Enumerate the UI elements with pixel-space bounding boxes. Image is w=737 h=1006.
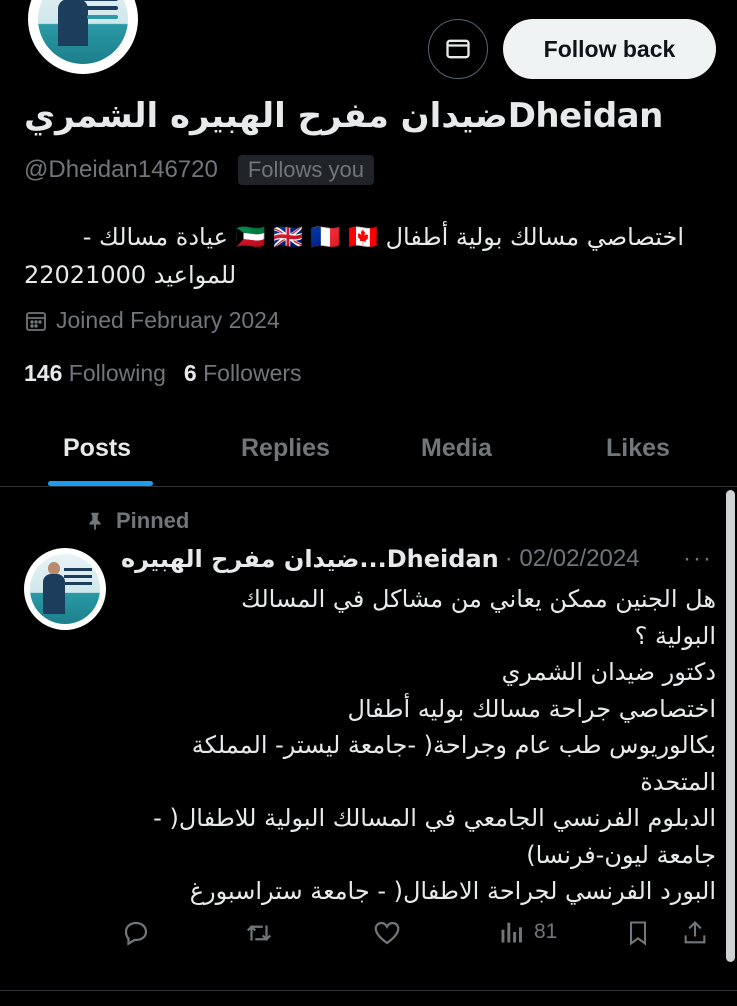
post-line: بكالوريوس طب عام وجراحة( -جامعة ليستر- ا…	[191, 731, 716, 759]
divider	[0, 990, 737, 991]
post-line: البولية ؟	[634, 621, 716, 650]
profile-bio: اختصاصي مسالك بولية أطفال 🇰🇼 🇬🇧 🇫🇷 🇨🇦 عي…	[24, 218, 684, 294]
post-header: ضيدان مفرح الهبيره...Dheidan · 02/02/202…	[121, 545, 721, 573]
profile-display-name: ضيدان مفرح الهبيره الشمريDheidan	[24, 96, 663, 136]
views-button[interactable]: 81	[498, 918, 557, 946]
post-author[interactable]: ضيدان مفرح الهبيره...Dheidan	[121, 545, 499, 573]
profile-handle: @Dheidan146720	[24, 156, 218, 183]
follows-you-badge: Follows you	[237, 155, 375, 185]
joined-text: Joined February 2024	[56, 307, 280, 333]
tab-likes[interactable]: Likes	[606, 410, 670, 487]
bookmark-button[interactable]	[624, 918, 652, 948]
post-text: هل الجنين ممكن يعاني من مشاكل في المسالك…	[121, 581, 716, 910]
calendar-icon	[26, 311, 46, 331]
post-line: المتحدة	[640, 767, 716, 796]
tab-replies[interactable]: Replies	[241, 410, 330, 487]
share-icon	[684, 921, 706, 944]
reply-button[interactable]	[121, 918, 151, 948]
share-button[interactable]	[681, 918, 709, 948]
tab-media[interactable]: Media	[421, 410, 492, 487]
views-count: 81	[534, 920, 558, 943]
post-line: هل الجنين ممكن يعاني من مشاكل في المسالك	[241, 585, 716, 613]
followers-link[interactable]: 6 Followers	[184, 360, 302, 387]
profile-tabs: Posts Replies Media Likes	[0, 410, 737, 487]
more-options-icon[interactable]: ···	[683, 545, 713, 573]
pinned-label: Pinned	[84, 508, 189, 534]
following-link[interactable]: 146 Following	[24, 360, 166, 387]
avatar-image	[38, 0, 128, 64]
like-button[interactable]	[372, 918, 402, 948]
post-line: البورد الفرنسي لجراحة الاطفال( - جامعة س…	[189, 877, 716, 905]
tab-posts[interactable]: Posts	[63, 410, 131, 487]
active-tab-indicator	[48, 481, 153, 486]
joined-date: Joined February 2024	[24, 307, 280, 334]
pinned-text: Pinned	[116, 508, 190, 533]
repost-icon	[246, 925, 272, 941]
post-line: الدبلوم الفرنسي الجامعي في المسالك البول…	[153, 804, 716, 832]
post-line: اختصاصي جراحة مسالك بوليه أطفال	[347, 694, 717, 723]
profile-avatar[interactable]	[24, 0, 142, 78]
message-button[interactable]	[428, 19, 488, 79]
mail-icon	[446, 39, 470, 59]
analytics-icon	[501, 922, 522, 943]
bookmark-icon	[629, 921, 647, 946]
heart-icon	[374, 921, 400, 945]
pin-icon	[89, 512, 101, 531]
follow-back-button[interactable]: Follow back	[503, 19, 716, 79]
handle-row: @Dheidan146720 Follows you	[24, 155, 375, 185]
bio-line: للمواعيد 22021000	[24, 261, 237, 289]
post-date[interactable]: · 02/02/2024	[505, 545, 640, 573]
post-avatar[interactable]	[24, 548, 106, 630]
post-actions: 81	[121, 918, 721, 958]
reply-icon	[124, 921, 148, 946]
post-line: دكتور ضيدان الشمري	[501, 658, 716, 686]
repost-button[interactable]	[243, 918, 275, 948]
scrollbar[interactable]	[726, 490, 735, 962]
follow-stats: 146 Following 6 Followers	[24, 360, 302, 387]
bio-line: اختصاصي مسالك بولية أطفال 🇰🇼 🇬🇧 🇫🇷 🇨🇦 عي…	[82, 223, 684, 251]
post-line: جامعة ليون-فرنسا)	[526, 840, 716, 869]
